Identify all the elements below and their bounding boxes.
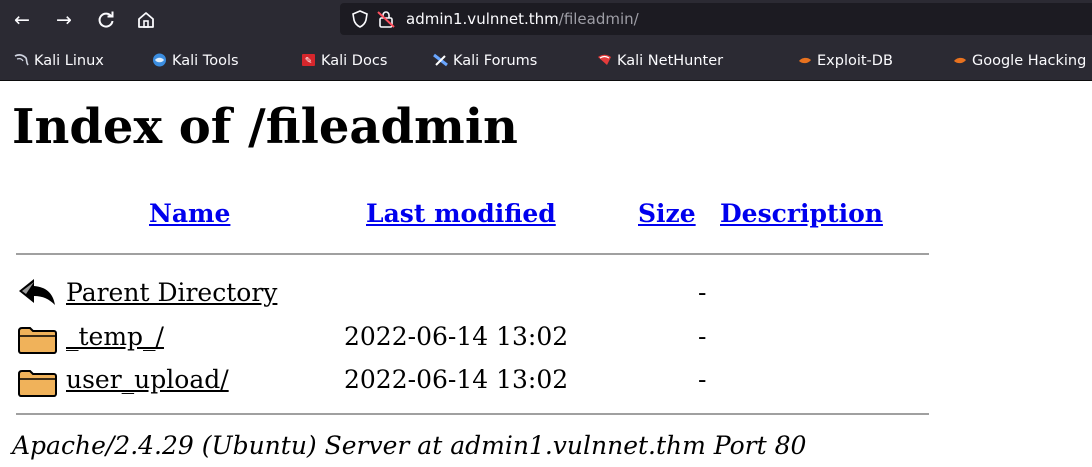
row-size: - (698, 365, 707, 394)
row-size: - (698, 278, 707, 307)
exploit-db-icon (799, 57, 811, 64)
column-header-last-modified[interactable]: Last modified (366, 196, 556, 232)
row-last-modified: 2022-06-14 13:02 (344, 365, 569, 394)
reload-icon[interactable] (92, 6, 120, 34)
row-size: - (698, 322, 707, 351)
url-bar[interactable]: admin1.vulnnet.thm/fileadmin/ (340, 3, 1092, 35)
forward-arrow-icon[interactable]: → (50, 6, 78, 34)
url-text[interactable]: admin1.vulnnet.thm/fileadmin/ (406, 3, 639, 35)
folder-icon[interactable] (17, 368, 57, 398)
parent-directory-link[interactable]: Parent Directory (66, 275, 277, 311)
url-host: admin1.vulnnet.thm (406, 10, 559, 28)
back-arrow-icon[interactable]: ← (8, 6, 36, 34)
svg-text:✎: ✎ (305, 57, 313, 67)
kali-docs-icon: ✎ (302, 54, 315, 67)
bookmark-exploit-db[interactable]: Exploit-DB (797, 40, 893, 80)
kali-dragon-icon (14, 54, 29, 66)
tracking-shield-icon[interactable] (350, 9, 370, 29)
column-header-name[interactable]: Name (149, 196, 230, 232)
bookmark-kali-linux[interactable]: Kali Linux (14, 40, 104, 80)
url-path: /fileadmin/ (558, 10, 639, 28)
home-icon[interactable] (132, 6, 160, 34)
page-title: Index of /fileadmin (12, 99, 518, 155)
kali-nethunter-icon (598, 54, 611, 65)
back-arrow-icon[interactable] (17, 277, 57, 307)
folder-link-temp[interactable]: _temp_/ (66, 319, 164, 355)
folder-link-user-upload[interactable]: user_upload/ (66, 362, 229, 398)
row-last-modified: 2022-06-14 13:02 (344, 322, 569, 351)
folder-icon[interactable] (17, 325, 57, 355)
kali-tools-icon (153, 53, 166, 67)
bookmark-kali-tools[interactable]: Kali Tools (152, 40, 239, 80)
bookmark-kali-forums[interactable]: Kali Forums (433, 40, 537, 80)
bookmarks-toolbar: Kali Linux Kali Tools ✎ Kali Docs Kali F… (0, 40, 1092, 81)
column-header-size[interactable]: Size (638, 196, 696, 232)
bookmark-kali-nethunter[interactable]: Kali NetHunter (597, 40, 723, 80)
column-header-description[interactable]: Description (720, 196, 883, 232)
kali-forums-icon (433, 53, 448, 67)
browser-toolbar: ← → admin1.vulnnet.thm/fileadmin/ (0, 0, 1092, 40)
bookmark-kali-docs[interactable]: ✎ Kali Docs (301, 40, 387, 80)
bookmark-google-hacking-db[interactable]: Google Hacking DB (952, 40, 1092, 80)
footer-divider (16, 413, 929, 415)
ghdb-icon (954, 57, 966, 64)
header-divider (16, 253, 929, 255)
insecure-lock-icon[interactable] (376, 9, 396, 29)
server-signature: Apache/2.4.29 (Ubuntu) Server at admin1.… (12, 431, 807, 460)
